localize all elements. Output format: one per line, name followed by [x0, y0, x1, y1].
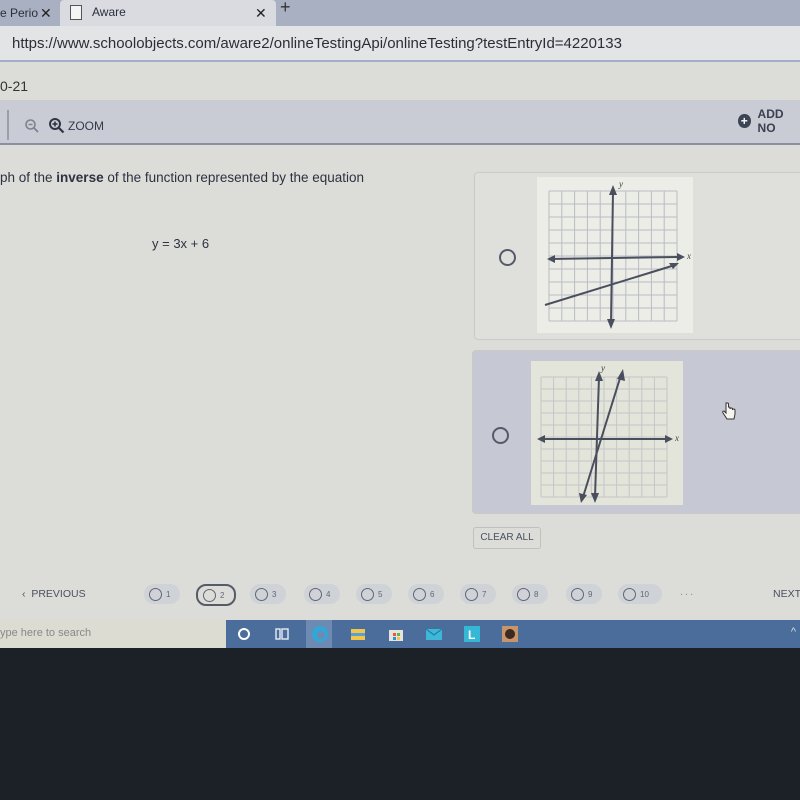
- x-axis-arrow: [665, 435, 673, 443]
- radio-button[interactable]: [499, 249, 516, 266]
- tab-title: Aware: [92, 5, 126, 19]
- previous-button[interactable]: ‹ PREVIOUS: [22, 588, 86, 600]
- address-bar[interactable]: https://www.schoolobjects.com/aware2/onl…: [0, 26, 800, 62]
- circle-icon: [361, 587, 374, 601]
- page-number: 7: [482, 589, 487, 599]
- prompt-text: ph of the: [0, 170, 57, 185]
- page-number: 2: [220, 590, 225, 600]
- page-number: 9: [588, 589, 593, 599]
- mail-icon[interactable]: [424, 624, 444, 644]
- page-button-9[interactable]: 9: [566, 584, 602, 604]
- taskbar-search[interactable]: ype here to search: [0, 620, 226, 648]
- page-button-4[interactable]: 4: [304, 584, 340, 604]
- next-button[interactable]: NEXT: [773, 588, 800, 600]
- clear-all-button[interactable]: CLEAR ALL: [473, 527, 541, 549]
- y-axis-arrow: [609, 185, 617, 195]
- page-button-3[interactable]: 3: [250, 584, 286, 604]
- page-button-7[interactable]: 7: [460, 584, 496, 604]
- task-view-icon[interactable]: [272, 624, 292, 644]
- circle-icon: [571, 587, 584, 601]
- page-number: 5: [378, 589, 383, 599]
- page-button-10[interactable]: 10: [618, 584, 662, 604]
- function-line: [582, 374, 622, 498]
- file-explorer-icon[interactable]: [348, 624, 368, 644]
- app-icon[interactable]: [500, 624, 520, 644]
- page-button-8[interactable]: 8: [512, 584, 548, 604]
- chevron-up-icon[interactable]: ^: [791, 626, 796, 638]
- answer-option-b[interactable]: y x: [472, 350, 800, 514]
- more-pages[interactable]: ...: [680, 586, 695, 598]
- tab-title: e Perio: [0, 6, 39, 20]
- prompt-emphasis: inverse: [56, 170, 104, 185]
- y-axis-arrow: [607, 319, 615, 329]
- y-axis-arrow: [591, 493, 599, 503]
- x-label: x: [686, 251, 691, 261]
- x-axis-arrow: [677, 253, 685, 261]
- search-placeholder: ype here to search: [0, 627, 92, 639]
- circle-icon: [309, 587, 322, 601]
- circle-icon: [413, 587, 426, 601]
- hand-cursor-icon: [722, 402, 736, 420]
- y-label: y: [600, 363, 605, 373]
- radio-button[interactable]: [492, 427, 509, 444]
- zoom-out-icon[interactable]: [24, 118, 40, 134]
- previous-label: PREVIOUS: [31, 588, 86, 600]
- svg-text:L: L: [468, 628, 475, 642]
- graph-b: y x: [531, 361, 683, 505]
- close-tab-icon[interactable]: ✕: [40, 5, 52, 22]
- graph-a: y x: [537, 177, 693, 333]
- zoom-label[interactable]: ZOOM: [68, 119, 104, 133]
- taskbar: L ^: [226, 620, 800, 648]
- x-label: x: [674, 433, 679, 443]
- breadcrumb: 0-21: [0, 78, 29, 94]
- add-note-button[interactable]: + ADD NO: [738, 107, 800, 135]
- page-number: 4: [326, 589, 331, 599]
- equation: y = 3x + 6: [152, 236, 210, 251]
- page-button-1[interactable]: 1: [144, 584, 180, 604]
- page-button-2[interactable]: 2: [196, 584, 236, 606]
- tab-strip: e Perio ✕ Aware ✕ +: [0, 0, 800, 26]
- answer-option-a[interactable]: y x: [474, 172, 800, 340]
- edge-icon[interactable]: [310, 624, 330, 644]
- page-button-5[interactable]: 5: [356, 584, 392, 604]
- plus-icon: +: [738, 114, 751, 128]
- question-pager: ‹ PREVIOUS 1 2 3 4 5 6 7 8 9 10 ... NEXT: [0, 580, 800, 608]
- grid: [540, 376, 668, 498]
- page-number: 1: [166, 589, 171, 599]
- page-number: 8: [534, 589, 539, 599]
- cortana-icon[interactable]: [234, 624, 254, 644]
- tab-active[interactable]: Aware ✕: [60, 0, 276, 26]
- line-arrow: [579, 493, 587, 503]
- circle-icon: [149, 587, 162, 601]
- line-arrow: [617, 369, 625, 381]
- close-tab-icon[interactable]: ✕: [255, 5, 267, 22]
- prompt-text: of the function represented by the equat…: [103, 170, 365, 185]
- store-icon[interactable]: [386, 624, 406, 644]
- page-number: 10: [640, 589, 649, 599]
- function-line: [544, 264, 676, 306]
- zoom-in-icon[interactable]: [48, 117, 66, 135]
- l-app-icon[interactable]: L: [462, 624, 482, 644]
- tab-inactive[interactable]: e Perio ✕: [0, 0, 60, 26]
- toolbar: ZOOM + ADD NO: [0, 100, 800, 145]
- circle-icon: [203, 588, 216, 602]
- question-prompt: ph of the inverse of the function repres…: [0, 170, 364, 185]
- graph-b-svg: y x: [537, 363, 679, 503]
- x-axis: [548, 256, 678, 260]
- circle-icon: [623, 587, 636, 601]
- circle-icon: [465, 587, 478, 601]
- y-label: y: [618, 179, 623, 189]
- graph-a-svg: y x: [544, 179, 691, 329]
- url-text[interactable]: https://www.schoolobjects.com/aware2/onl…: [12, 35, 622, 52]
- circle-icon: [517, 587, 530, 601]
- new-tab-icon[interactable]: +: [280, 0, 291, 18]
- page-number: 3: [272, 589, 277, 599]
- toolbar-divider: [7, 110, 9, 140]
- page-button-6[interactable]: 6: [408, 584, 444, 604]
- document-icon: [70, 5, 82, 20]
- screen: e Perio ✕ Aware ✕ + https://www.schoolob…: [0, 0, 800, 648]
- circle-icon: [255, 587, 268, 601]
- page-number: 6: [430, 589, 435, 599]
- add-note-label: ADD NO: [757, 107, 784, 135]
